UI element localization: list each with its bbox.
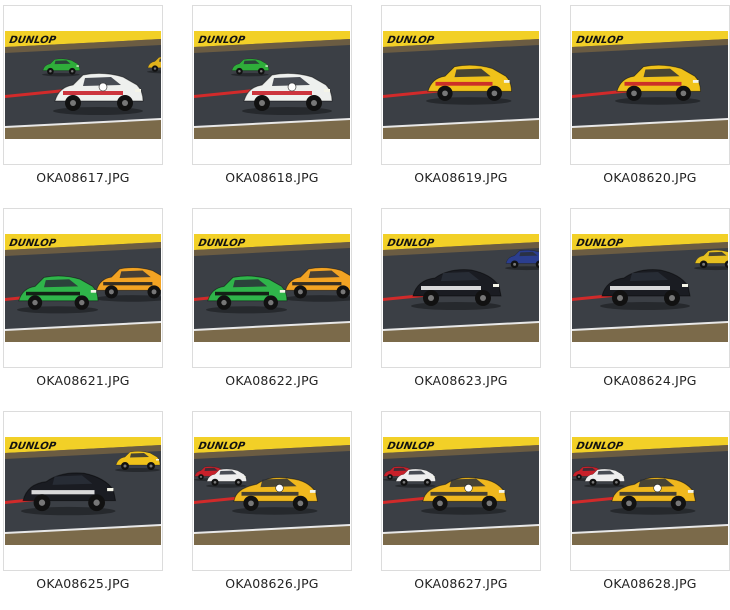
billboard-text: DUNLOP <box>386 441 435 452</box>
thumbnail-frame: DUNLOP <box>570 208 730 368</box>
race-photo[interactable]: DUNLOP <box>194 31 350 139</box>
race-photo[interactable]: DUNLOP <box>383 31 539 139</box>
race-photo[interactable]: DUNLOP <box>572 31 728 139</box>
race-photo[interactable]: DUNLOP <box>383 437 539 545</box>
thumbnail-frame: DUNLOP <box>3 5 163 165</box>
thumbnail-item[interactable]: DUNLOP OKA08618.JPG <box>192 5 352 185</box>
thumbnail-frame: DUNLOP <box>381 208 541 368</box>
thumbnail-filename[interactable]: OKA08627.JPG <box>381 576 541 591</box>
thumbnail-frame: DUNLOP <box>192 208 352 368</box>
thumbnail-item[interactable]: DUNLOP OKA08620.JPG <box>570 5 730 185</box>
billboard-text: DUNLOP <box>575 441 624 452</box>
thumbnail-frame: DUNLOP <box>3 411 163 571</box>
race-photo[interactable]: DUNLOP <box>572 437 728 545</box>
thumbnail-item[interactable]: DUNLOP OKA08622.JPG <box>192 208 352 388</box>
thumbnail-item[interactable]: DUNLOP OKA08624.JPG <box>570 208 730 388</box>
thumbnail-frame: DUNLOP <box>3 208 163 368</box>
thumbnail-item[interactable]: DUNLOP OKA08623.JPG <box>381 208 541 388</box>
race-photo[interactable]: DUNLOP <box>194 437 350 545</box>
thumbnail-filename[interactable]: OKA08618.JPG <box>192 170 352 185</box>
race-photo[interactable]: DUNLOP <box>5 437 161 545</box>
thumbnail-item[interactable]: DUNLOP OKA08627.JPG <box>381 411 541 591</box>
thumbnail-item[interactable]: DUNLOP OKA08617.JPG <box>3 5 163 185</box>
thumbnail-filename[interactable]: OKA08622.JPG <box>192 373 352 388</box>
billboard-text: DUNLOP <box>8 238 57 249</box>
billboard-text: DUNLOP <box>575 35 624 46</box>
billboard-text: DUNLOP <box>386 238 435 249</box>
thumbnail-frame: DUNLOP <box>381 411 541 571</box>
thumbnail-filename[interactable]: OKA08623.JPG <box>381 373 541 388</box>
thumbnail-item[interactable]: DUNLOP OKA08626.JPG <box>192 411 352 591</box>
thumbnail-filename[interactable]: OKA08620.JPG <box>570 170 730 185</box>
race-photo[interactable]: DUNLOP <box>5 31 161 139</box>
thumbnail-filename[interactable]: OKA08626.JPG <box>192 576 352 591</box>
thumbnail-frame: DUNLOP <box>192 5 352 165</box>
billboard-text: DUNLOP <box>197 441 246 452</box>
billboard-text: DUNLOP <box>386 35 435 46</box>
billboard-text: DUNLOP <box>8 35 57 46</box>
billboard-text: DUNLOP <box>197 238 246 249</box>
billboard-text: DUNLOP <box>8 441 57 452</box>
thumbnail-filename[interactable]: OKA08628.JPG <box>570 576 730 591</box>
thumbnail-item[interactable]: DUNLOP OKA08621.JPG <box>3 208 163 388</box>
thumbnail-grid: DUNLOP OKA08617.JPG DUNLOP OKA08618.JPG … <box>0 0 730 610</box>
thumbnail-filename[interactable]: OKA08625.JPG <box>3 576 163 591</box>
thumbnail-filename[interactable]: OKA08617.JPG <box>3 170 163 185</box>
thumbnail-filename[interactable]: OKA08621.JPG <box>3 373 163 388</box>
thumbnail-frame: DUNLOP <box>570 5 730 165</box>
billboard-text: DUNLOP <box>197 35 246 46</box>
thumbnail-item[interactable]: DUNLOP OKA08628.JPG <box>570 411 730 591</box>
race-photo[interactable]: DUNLOP <box>572 234 728 342</box>
thumbnail-item[interactable]: DUNLOP OKA08619.JPG <box>381 5 541 185</box>
thumbnail-item[interactable]: DUNLOP OKA08625.JPG <box>3 411 163 591</box>
race-photo[interactable]: DUNLOP <box>383 234 539 342</box>
thumbnail-frame: DUNLOP <box>381 5 541 165</box>
thumbnail-frame: DUNLOP <box>192 411 352 571</box>
race-photo[interactable]: DUNLOP <box>5 234 161 342</box>
thumbnail-frame: DUNLOP <box>570 411 730 571</box>
race-photo[interactable]: DUNLOP <box>194 234 350 342</box>
thumbnail-filename[interactable]: OKA08619.JPG <box>381 170 541 185</box>
thumbnail-filename[interactable]: OKA08624.JPG <box>570 373 730 388</box>
billboard-text: DUNLOP <box>575 238 624 249</box>
